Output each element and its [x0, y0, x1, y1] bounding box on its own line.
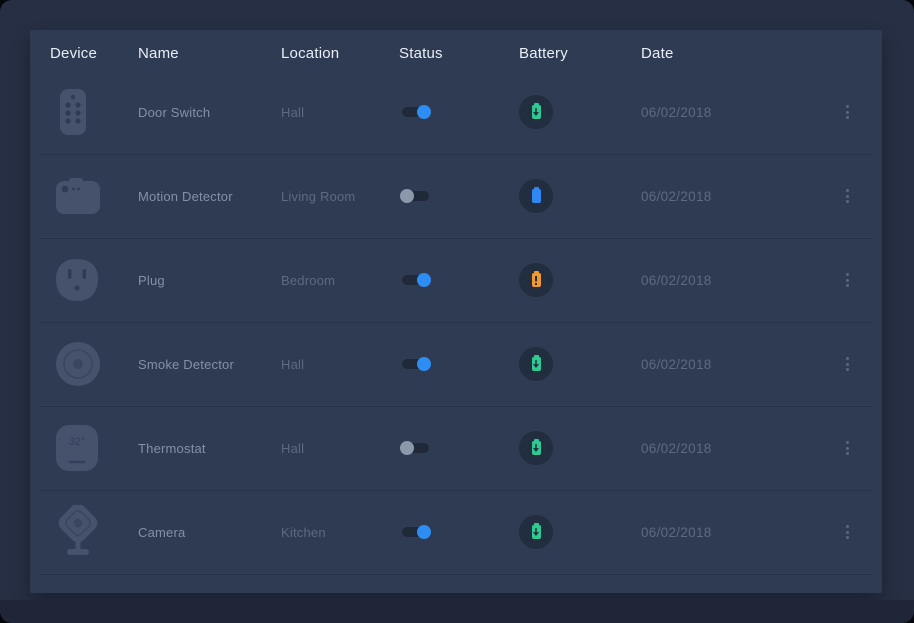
toggle-knob [417, 525, 431, 539]
status-toggle[interactable] [402, 527, 429, 537]
status-toggle[interactable] [402, 275, 429, 285]
battery-charging-icon [533, 108, 539, 116]
device-table-card: Device Name Location Status Battery Date… [30, 30, 882, 593]
toggle-knob [417, 357, 431, 371]
device-name: Smoke Detector [138, 357, 281, 372]
device-date: 06/02/2018 [641, 525, 832, 540]
device-name: Motion Detector [138, 189, 281, 204]
device-location: Kitchen [281, 525, 399, 540]
device-date: 06/02/2018 [641, 105, 832, 120]
toggle-knob [400, 189, 414, 203]
device-location: Hall [281, 357, 399, 372]
device-location: Hall [281, 105, 399, 120]
status-toggle[interactable] [402, 443, 429, 453]
column-header-battery: Battery [519, 45, 641, 62]
column-header-status: Status [399, 45, 519, 62]
device-name: Door Switch [138, 105, 281, 120]
battery-charging-icon [533, 528, 539, 536]
device-date: 06/02/2018 [641, 189, 832, 204]
column-header-name: Name [138, 45, 281, 62]
toggle-knob [417, 105, 431, 119]
row-menu-button[interactable] [832, 185, 862, 207]
column-header-date: Date [641, 45, 832, 62]
device-location: Living Room [281, 189, 399, 204]
row-menu-button[interactable] [832, 437, 862, 459]
battery-badge [519, 263, 553, 297]
row-menu-button[interactable] [832, 521, 862, 543]
status-toggle[interactable] [402, 191, 429, 201]
table-row: Camera Kitchen 06/02/2018 [30, 490, 882, 574]
table-row: Smoke Detector Hall 06/02/2018 [30, 322, 882, 406]
camera-icon [50, 505, 138, 559]
bottom-bar [0, 600, 914, 623]
device-date: 06/02/2018 [641, 357, 832, 372]
device-date: 06/02/2018 [641, 273, 832, 288]
status-toggle[interactable] [402, 359, 429, 369]
thermostat-icon: 32° [50, 423, 138, 473]
battery-charging-icon [533, 360, 539, 368]
table-row: Plug Bedroom 06/02/2018 [30, 238, 882, 322]
table-header: Device Name Location Status Battery Date [30, 30, 882, 70]
battery-badge [519, 95, 553, 129]
smoke-detector-icon [50, 340, 138, 388]
status-toggle[interactable] [402, 107, 429, 117]
device-name: Plug [138, 273, 281, 288]
battery-charging-icon [533, 444, 539, 452]
battery-badge [519, 431, 553, 465]
app-background: Device Name Location Status Battery Date… [0, 0, 914, 623]
battery-badge [519, 179, 553, 213]
battery-badge [519, 515, 553, 549]
column-header-device: Device [50, 45, 138, 62]
remote-icon [50, 86, 138, 138]
plug-icon [50, 257, 138, 303]
battery-alert-icon [535, 276, 537, 285]
motion-detector-icon [50, 174, 138, 218]
toggle-knob [400, 441, 414, 455]
device-date: 06/02/2018 [641, 441, 832, 456]
device-name: Thermostat [138, 441, 281, 456]
table-row: Door Switch Hall 06/02/2018 [30, 70, 882, 154]
device-location: Bedroom [281, 273, 399, 288]
row-menu-button[interactable] [832, 353, 862, 375]
row-menu-button[interactable] [832, 101, 862, 123]
table-row: 32° Thermostat Hall 06/02/2018 [30, 406, 882, 490]
toggle-knob [417, 273, 431, 287]
thermostat-temp-label: 32° [69, 436, 86, 448]
row-menu-button[interactable] [832, 269, 862, 291]
battery-badge [519, 347, 553, 381]
table-row: Motion Detector Living Room 06/02/2018 [30, 154, 882, 238]
column-header-location: Location [281, 45, 399, 62]
device-name: Camera [138, 525, 281, 540]
device-location: Hall [281, 441, 399, 456]
